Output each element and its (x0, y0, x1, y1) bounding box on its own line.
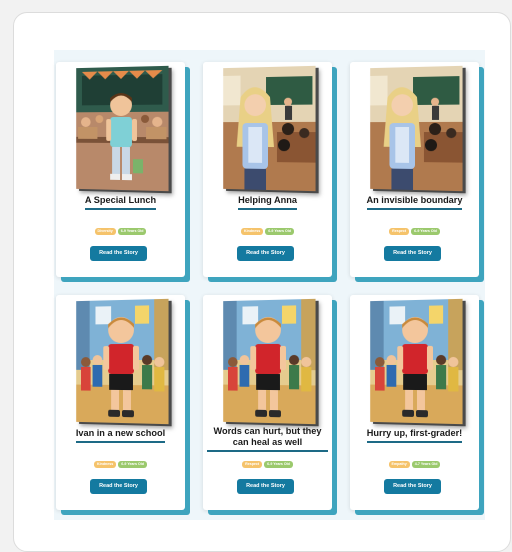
read-story-button[interactable]: Read the Story (237, 479, 294, 494)
story-cover-image[interactable] (370, 66, 462, 191)
age-badge: 6-9 Years Old (411, 228, 440, 235)
story-card-hurry-up-first-grader: Hurry up, first-grader! Empathy 4-7 Year… (350, 295, 479, 510)
topic-badge: Respect (242, 461, 263, 468)
topic-badge: Empathy (388, 461, 410, 468)
story-tags: Respect 6-9 Years Old (350, 228, 479, 235)
story-title: A Special Lunch (60, 195, 181, 210)
story-title: Helping Anna (207, 195, 328, 210)
story-tags: Kindness 6-9 Years Old (56, 461, 185, 468)
story-card-words-can-hurt: Words can hurt, but they can heal as wel… (203, 295, 332, 510)
read-story-button[interactable]: Read the Story (237, 246, 294, 261)
read-story-button[interactable]: Read the Story (90, 479, 147, 494)
read-story-button[interactable]: Read the Story (384, 246, 441, 261)
read-story-button[interactable]: Read the Story (384, 479, 441, 494)
story-cover-image[interactable] (76, 66, 168, 191)
story-tags: Diversity 6-9 Years Old (56, 228, 185, 235)
story-cover-image[interactable] (370, 299, 462, 424)
age-badge: 6-9 Years Old (264, 461, 293, 468)
story-title: An invisible boundary (354, 195, 475, 210)
story-cover-image[interactable] (223, 66, 315, 191)
story-grid: A Special Lunch Diversity 6-9 Years Old … (54, 50, 485, 520)
story-card-ivan-in-a-new-school: Ivan in a new school Kindness 6-9 Years … (56, 295, 185, 510)
story-card-an-invisible-boundary: An invisible boundary Respect 6-9 Years … (350, 62, 479, 277)
topic-badge: Respect (389, 228, 410, 235)
story-tags: Kindness 6-9 Years Old (203, 228, 332, 235)
read-story-button[interactable]: Read the Story (90, 246, 147, 261)
story-title: Words can hurt, but they can heal as wel… (207, 426, 328, 452)
story-card-helping-anna: Helping Anna Kindness 6-9 Years Old Read… (203, 62, 332, 277)
age-badge: 6-9 Years Old (265, 228, 294, 235)
story-tags: Respect 6-9 Years Old (203, 461, 332, 468)
story-tags: Empathy 4-7 Years Old (350, 461, 479, 468)
story-title: Hurry up, first-grader! (354, 428, 475, 443)
age-badge: 6-9 Years Old (118, 461, 147, 468)
story-card-a-special-lunch: A Special Lunch Diversity 6-9 Years Old … (56, 62, 185, 277)
story-title: Ivan in a new school (60, 428, 181, 443)
topic-badge: Kindness (241, 228, 264, 235)
age-badge: 4-7 Years Old (411, 461, 441, 468)
story-cover-image[interactable] (76, 299, 168, 424)
topic-badge: Kindness (94, 461, 117, 468)
story-cover-image[interactable] (223, 299, 315, 424)
age-badge: 6-9 Years Old (117, 228, 147, 235)
topic-badge: Diversity (94, 228, 116, 235)
